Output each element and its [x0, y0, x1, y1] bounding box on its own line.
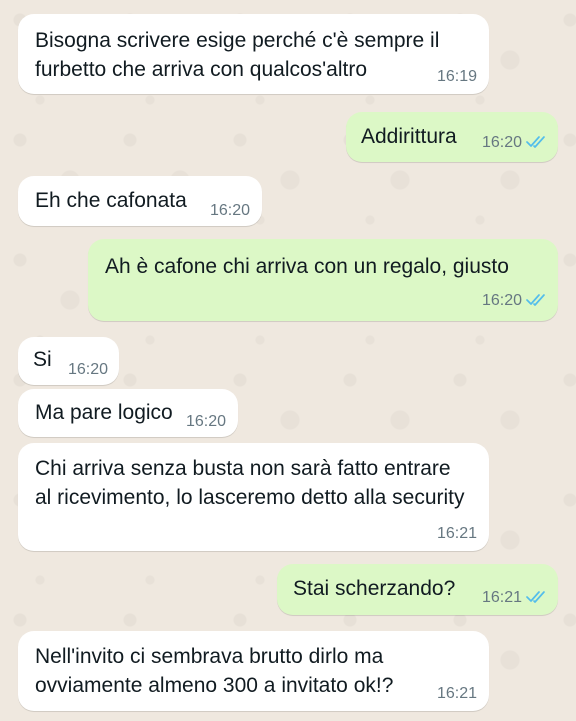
- message-text: Ah è cafone chi arriva con un regalo, gi…: [105, 255, 509, 278]
- incoming-message[interactable]: Eh che cafonata 16:20: [18, 176, 262, 226]
- double-check-icon: [526, 135, 548, 154]
- message-text: Bisogna scrivere esige perché c'è sempre…: [35, 29, 446, 81]
- message-text: Nell'invito ci sembrava brutto dirlo ma …: [35, 645, 394, 697]
- message-time: 16:20: [481, 134, 522, 151]
- message-text: Addirittura: [361, 125, 457, 148]
- message-text: Eh che cafonata: [35, 189, 187, 212]
- incoming-message[interactable]: Si 16:20: [18, 337, 119, 385]
- message-time: 16:20: [185, 413, 226, 430]
- incoming-message[interactable]: Chi arriva senza busta non sarà fatto en…: [18, 443, 489, 551]
- message-meta: 16:20: [482, 134, 548, 154]
- outgoing-message[interactable]: Ah è cafone chi arriva con un regalo, gi…: [88, 239, 558, 321]
- message-list[interactable]: Bisogna scrivere esige perché c'è sempre…: [0, 0, 576, 721]
- double-check-icon: [526, 293, 548, 312]
- message-time: 16:21: [436, 525, 477, 542]
- double-check-icon: [526, 590, 548, 609]
- message-time: 16:19: [436, 68, 477, 85]
- message-meta: 16:21: [482, 589, 548, 609]
- outgoing-message[interactable]: Stai scherzando? 16:21: [277, 564, 558, 615]
- incoming-message[interactable]: Ma pare logico 16:20: [18, 389, 238, 437]
- message-time: 16:21: [436, 685, 477, 702]
- outgoing-message[interactable]: Addirittura 16:20: [346, 112, 558, 162]
- incoming-message[interactable]: Bisogna scrivere esige perché c'è sempre…: [18, 14, 489, 94]
- message-time: 16:21: [481, 589, 522, 606]
- message-text: Chi arriva senza busta non sarà fatto en…: [35, 457, 465, 509]
- incoming-message[interactable]: Nell'invito ci sembrava brutto dirlo ma …: [18, 631, 489, 711]
- message-time: 16:20: [209, 202, 250, 219]
- message-time: 16:20: [481, 292, 522, 309]
- message-meta: 16:20: [482, 292, 548, 312]
- message-text: Ma pare logico: [35, 401, 173, 424]
- message-text: Stai scherzando?: [293, 577, 456, 600]
- message-text: Si: [33, 348, 52, 371]
- message-time: 16:20: [67, 361, 108, 378]
